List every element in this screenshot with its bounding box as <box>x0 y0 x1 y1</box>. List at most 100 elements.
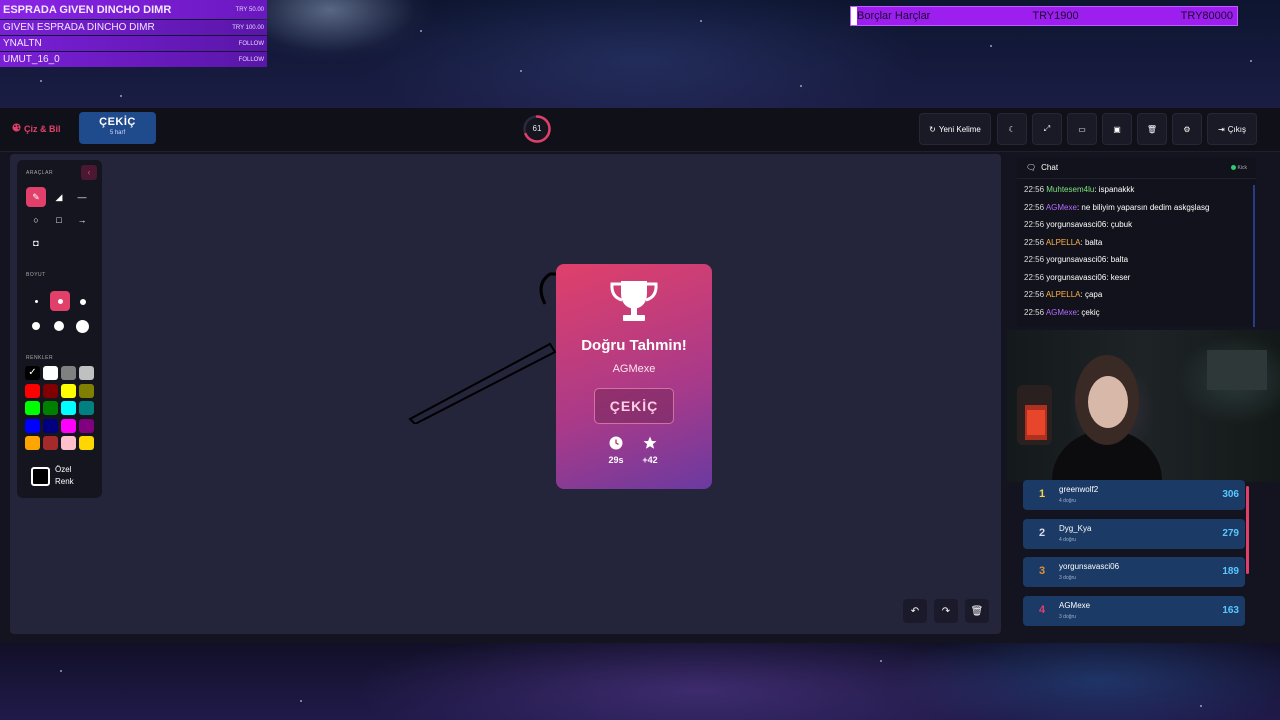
color-swatch[interactable] <box>43 418 58 433</box>
current-word-box: ÇEKİÇ 5 harf <box>79 112 156 144</box>
color-swatch[interactable] <box>25 401 40 415</box>
color-swatch[interactable] <box>61 418 76 433</box>
gear-icon: ⚙ <box>1183 124 1191 134</box>
color-swatch[interactable] <box>79 383 94 398</box>
pencil-tool[interactable]: ✎ <box>26 187 46 207</box>
settings-button[interactable]: ⚙ <box>1172 113 1202 145</box>
size-option-lg[interactable] <box>32 322 40 330</box>
brand-name: Çiz & Bil <box>24 123 61 134</box>
color-swatch[interactable] <box>61 383 76 398</box>
chat-message: 22:56 yorgunsavasci06: balta <box>1024 255 1252 273</box>
line-icon: — <box>77 192 87 202</box>
size-option-sm[interactable] <box>58 299 63 304</box>
color-swatch[interactable] <box>43 436 58 450</box>
chat-username[interactable]: Muhtesem4lu <box>1046 185 1094 194</box>
moon-icon: ☾ <box>1008 124 1016 134</box>
undo-button[interactable]: ↶ <box>903 599 927 623</box>
player-score: 306 <box>1222 489 1239 500</box>
trash-icon: 🗑 <box>1146 124 1158 134</box>
chat-text: : balta <box>1106 255 1129 264</box>
winner-name: AGMexe <box>612 363 656 375</box>
chat-scrollbar[interactable] <box>1253 185 1255 327</box>
chat-username[interactable]: AGMexe <box>1046 308 1077 317</box>
color-swatch[interactable] <box>79 436 94 450</box>
rank-number: 4 <box>1038 603 1046 616</box>
color-swatch[interactable] <box>79 418 94 433</box>
collapse-panel-button[interactable]: ‹ <box>81 165 97 180</box>
color-swatch[interactable] <box>43 366 58 380</box>
color-swatch[interactable]: ✓ <box>25 366 40 380</box>
dark-mode-button[interactable]: ☾ <box>997 113 1027 145</box>
size-option-xs[interactable] <box>35 300 38 303</box>
redo-button[interactable]: ↷ <box>934 599 958 623</box>
chat-timestamp: 22:56 <box>1024 307 1045 317</box>
eraser-tool[interactable]: ◢ <box>49 187 69 207</box>
donation-feed: ESPRADA GIVEN DINCHO DIMR TRY 50.00 GIVE… <box>0 0 267 68</box>
brand-logo[interactable]: Çiz & Bil <box>12 123 61 134</box>
result-title: Doğru Tahmin! <box>581 337 687 354</box>
fullscreen-button[interactable]: ⤢ <box>1032 113 1062 145</box>
custom-color-label-line1: Özel <box>55 465 72 474</box>
color-swatch[interactable] <box>79 401 94 415</box>
time-value: 29s <box>608 455 624 465</box>
chat-message: 22:56 ALPELLA: çapa <box>1024 290 1252 308</box>
player-score: 189 <box>1222 566 1239 577</box>
line-tool[interactable]: — <box>72 187 92 207</box>
color-swatch[interactable] <box>61 401 76 415</box>
player-score: 163 <box>1222 604 1239 616</box>
color-swatch[interactable] <box>25 383 40 398</box>
color-swatch[interactable] <box>79 366 94 380</box>
platform-status: Kick <box>1230 164 1247 171</box>
size-option-xxl[interactable] <box>76 320 89 333</box>
trophy-icon <box>610 281 658 321</box>
color-swatch[interactable] <box>25 436 40 450</box>
chat-username[interactable]: ALPELLA <box>1046 290 1081 299</box>
archive-button[interactable]: ▣ <box>1102 113 1132 145</box>
chat-username[interactable]: yorgunsavasci06 <box>1046 255 1106 264</box>
circle-tool[interactable]: ○ <box>26 210 46 230</box>
rectangle-tool[interactable]: □ <box>49 210 69 230</box>
leaderboard-scrollbar[interactable] <box>1246 486 1249 574</box>
chat-username[interactable]: yorgunsavasci06 <box>1046 220 1106 229</box>
chat-message: 22:56 AGMexe: çekiç <box>1024 308 1252 326</box>
window-button[interactable]: ▭ <box>1067 113 1097 145</box>
fill-tool[interactable]: ◘ <box>26 233 46 253</box>
chevron-left-icon: ‹ <box>87 167 91 177</box>
new-word-button[interactable]: ↻ Yeni Kelime <box>919 113 991 145</box>
donation-amount: TRY 50.00 <box>235 6 264 13</box>
new-word-label: Yeni Kelime <box>938 124 981 134</box>
tools-section-label: ARAÇLAR <box>26 170 54 176</box>
platform-name: Kick <box>1237 164 1247 171</box>
donation-amount: FOLLOW <box>238 56 264 63</box>
donation-goal-bar: Borçlar Harçlar TRY1900 TRY80000 <box>850 6 1238 26</box>
goal-current: TRY1900 <box>1032 10 1079 22</box>
fullscreen-icon: ⤢ <box>1043 124 1051 133</box>
player-name: Dyg_Kya <box>1059 523 1092 533</box>
color-swatch[interactable] <box>61 366 76 380</box>
drawing-canvas[interactable]: ↶ ↷ 🗑 <box>10 154 1001 634</box>
color-swatch[interactable] <box>25 418 40 433</box>
chat-username[interactable]: AGMexe <box>1046 203 1077 212</box>
custom-color-button[interactable] <box>31 467 50 486</box>
color-swatch[interactable] <box>61 436 76 450</box>
round-timer: 61 <box>522 114 552 144</box>
top-bar: Çiz & Bil ÇEKİÇ 5 harf 61 ↻ Yeni Kelime … <box>0 108 1280 152</box>
chat-username[interactable]: yorgunsavasci06 <box>1046 273 1106 282</box>
color-swatch[interactable] <box>43 383 58 398</box>
donation-amount: FOLLOW <box>238 40 264 47</box>
size-option-xl[interactable] <box>54 321 64 331</box>
chat-message: 22:56 ALPELLA: balta <box>1024 238 1252 256</box>
chat-header: 🗨 Chat Kick <box>1017 157 1256 179</box>
chat-messages: 22:56 Muhtesem4lu: ispanakkk 22:56 AGMexe… <box>1024 185 1252 325</box>
clear-button[interactable]: 🗑 <box>1137 113 1167 145</box>
chat-username[interactable]: ALPELLA <box>1046 238 1081 247</box>
chat-text: : ispanakkk <box>1094 185 1135 194</box>
size-option-md[interactable] <box>80 299 86 305</box>
player-name: greenwolf2 <box>1059 485 1099 494</box>
arrow-tool[interactable]: → <box>72 210 92 230</box>
donation-item: UMUT_16_0 FOLLOW <box>0 52 267 67</box>
clear-canvas-button[interactable]: 🗑 <box>965 599 989 623</box>
rectangle-icon: □ <box>56 215 62 225</box>
exit-button[interactable]: ⇥ Çıkış <box>1207 113 1257 145</box>
color-swatch[interactable] <box>43 401 58 415</box>
